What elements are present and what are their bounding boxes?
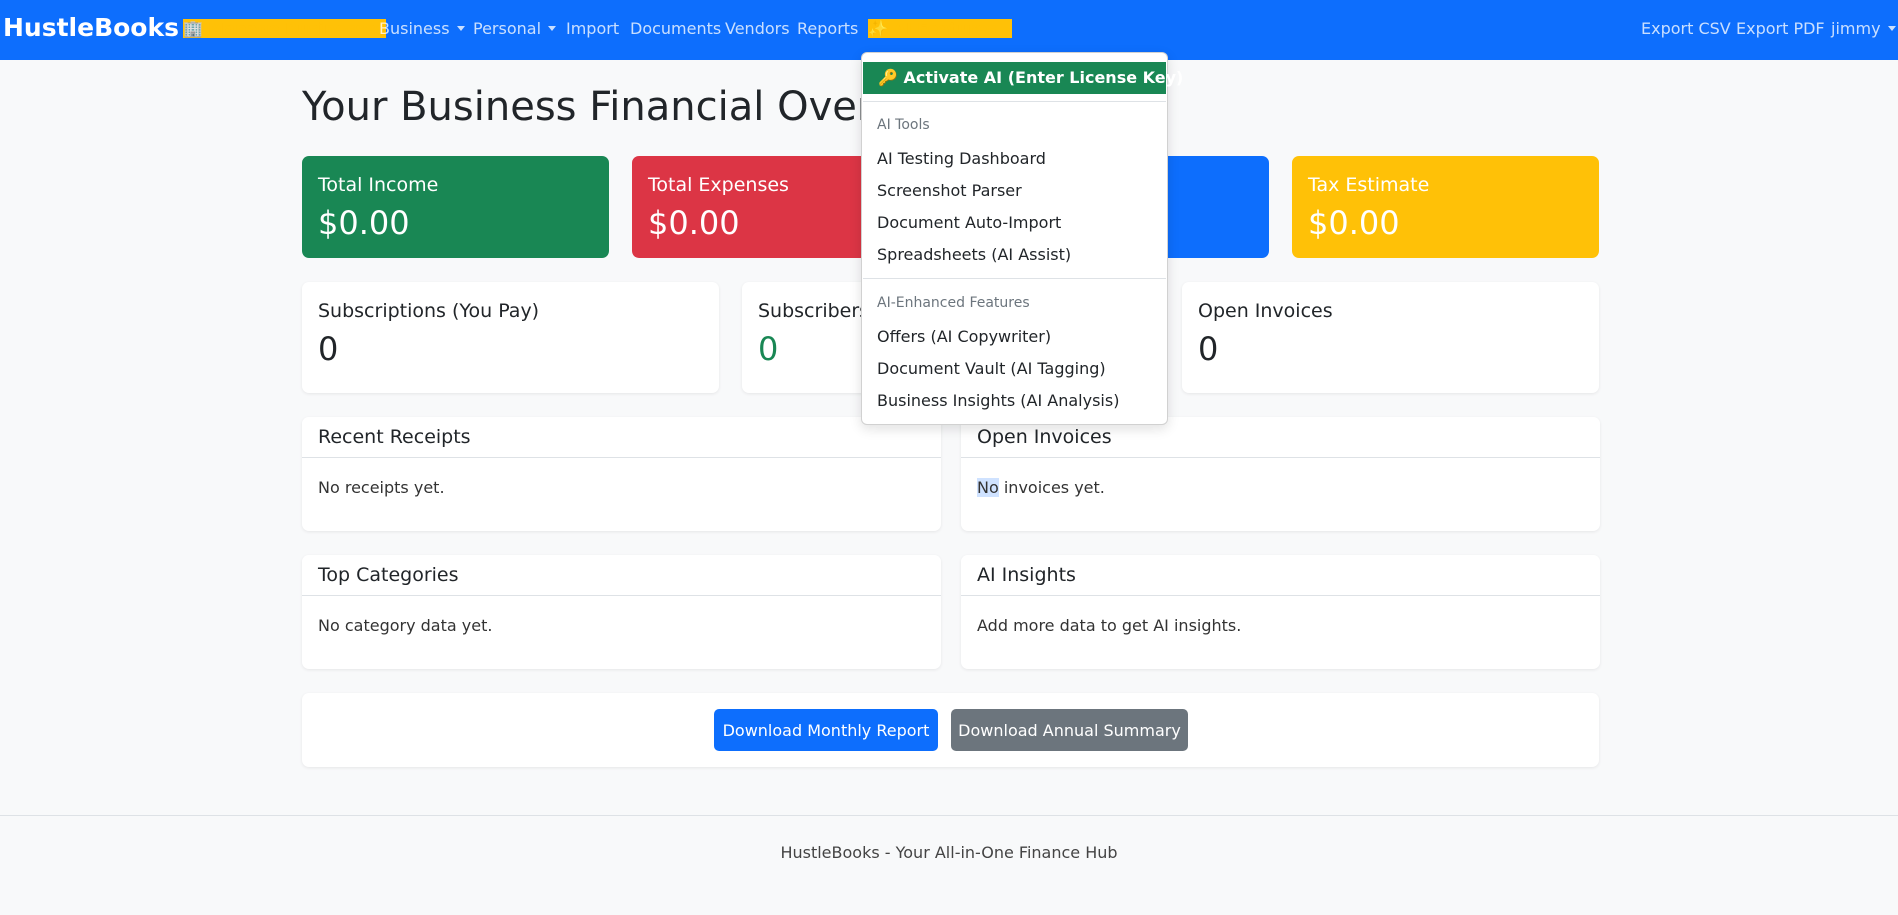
subscriptions-card: Subscriptions (You Pay) 0: [302, 282, 719, 393]
download-annual-summary-button[interactable]: Download Annual Summary: [951, 709, 1188, 751]
nav-personal-label: Personal: [473, 19, 542, 38]
nav-export-csv[interactable]: Export CSV: [1641, 19, 1731, 38]
nav-user-dropdown[interactable]: jimmy: [1831, 19, 1896, 38]
open-invoices-panel: Open Invoices No invoices yet.: [961, 417, 1600, 531]
ai-insights-title: AI Insights: [961, 555, 1600, 596]
open-invoices-body: No invoices yet.: [961, 458, 1600, 517]
nav-business-dropdown[interactable]: Business: [379, 19, 465, 38]
subscriptions-value: 0: [318, 330, 339, 368]
caret-down-icon: [1887, 26, 1896, 31]
nav-reports[interactable]: Reports: [797, 19, 858, 38]
report-actions-card: Download Monthly Report Download Annual …: [302, 693, 1599, 767]
ai-insights-panel: AI Insights Add more data to get AI insi…: [961, 555, 1600, 669]
ai-features-dropdown-menu: 🔑 Activate AI (Enter License Key) AI Too…: [861, 52, 1183, 425]
spreadsheets-ai-assist-item[interactable]: Spreadsheets (AI Assist): [877, 245, 1071, 264]
recent-receipts-title: Recent Receipts: [302, 417, 941, 458]
total-income-label: Total Income: [318, 174, 439, 196]
nav-personal-dropdown[interactable]: Personal: [473, 19, 557, 38]
download-monthly-report-button[interactable]: Download Monthly Report: [714, 709, 938, 751]
nav-business-label: Business: [379, 19, 450, 38]
dropdown-divider: [863, 101, 1166, 102]
selected-text: No: [977, 478, 999, 497]
ai-insights-body: Add more data to get AI insights.: [977, 616, 1242, 635]
tax-estimate-card: Tax Estimate $0.00: [1292, 156, 1599, 258]
nav-manage-businesses[interactable]: 🏢 Manage Businesses: [183, 19, 386, 38]
total-income-card: Total Income $0.00: [302, 156, 609, 258]
nav-user-label: jimmy: [1831, 19, 1881, 38]
footer-text: HustleBooks - Your All-in-One Finance Hu…: [780, 843, 1118, 862]
nav-documents[interactable]: Documents: [630, 19, 721, 38]
nav-ai-features-dropdown[interactable]: ✨ AI Features: [868, 19, 1012, 38]
recent-receipts-panel: Recent Receipts No receipts yet.: [302, 417, 941, 531]
activate-ai-item[interactable]: 🔑 Activate AI (Enter License Key): [863, 62, 1183, 94]
business-insights-ai-analysis-item[interactable]: Business Insights (AI Analysis): [877, 391, 1119, 410]
screenshot-parser-item[interactable]: Screenshot Parser: [877, 181, 1022, 200]
brand-logo[interactable]: HustleBooks: [3, 13, 179, 42]
top-categories-body: No category data yet.: [318, 616, 493, 635]
open-invoices-body-text: invoices yet.: [998, 478, 1105, 497]
tax-estimate-value: $0.00: [1308, 204, 1400, 242]
tax-estimate-label: Tax Estimate: [1308, 174, 1430, 196]
nav-export-pdf[interactable]: Export PDF: [1736, 19, 1825, 38]
caret-down-icon: [456, 26, 465, 31]
open-invoices-count-value: 0: [1198, 330, 1219, 368]
open-invoices-count-label: Open Invoices: [1198, 300, 1333, 322]
dropdown-divider: [863, 278, 1166, 279]
document-auto-import-item[interactable]: Document Auto-Import: [877, 213, 1061, 232]
footer: HustleBooks - Your All-in-One Finance Hu…: [0, 815, 1898, 915]
top-navbar: HustleBooks 🏢 Manage Businesses Business…: [0, 0, 1898, 60]
nav-ai-features-label: ✨ AI Features: [868, 19, 997, 38]
nav-import[interactable]: Import: [566, 19, 619, 38]
open-invoices-card: Open Invoices 0: [1182, 282, 1599, 393]
top-categories-title: Top Categories: [302, 555, 941, 596]
ai-tools-header: AI Tools: [877, 117, 930, 133]
recent-receipts-body: No receipts yet.: [318, 478, 445, 497]
caret-down-icon: [1003, 26, 1012, 31]
caret-down-icon: [548, 26, 557, 31]
total-income-value: $0.00: [318, 204, 410, 242]
subscriptions-label: Subscriptions (You Pay): [318, 300, 540, 322]
document-vault-ai-tagging-item[interactable]: Document Vault (AI Tagging): [877, 359, 1106, 378]
offers-ai-copywriter-item[interactable]: Offers (AI Copywriter): [877, 327, 1051, 346]
nav-vendors[interactable]: Vendors: [725, 19, 790, 38]
ai-testing-dashboard-item[interactable]: AI Testing Dashboard: [877, 149, 1046, 168]
ai-enhanced-header: AI-Enhanced Features: [877, 295, 1030, 311]
top-categories-panel: Top Categories No category data yet.: [302, 555, 941, 669]
